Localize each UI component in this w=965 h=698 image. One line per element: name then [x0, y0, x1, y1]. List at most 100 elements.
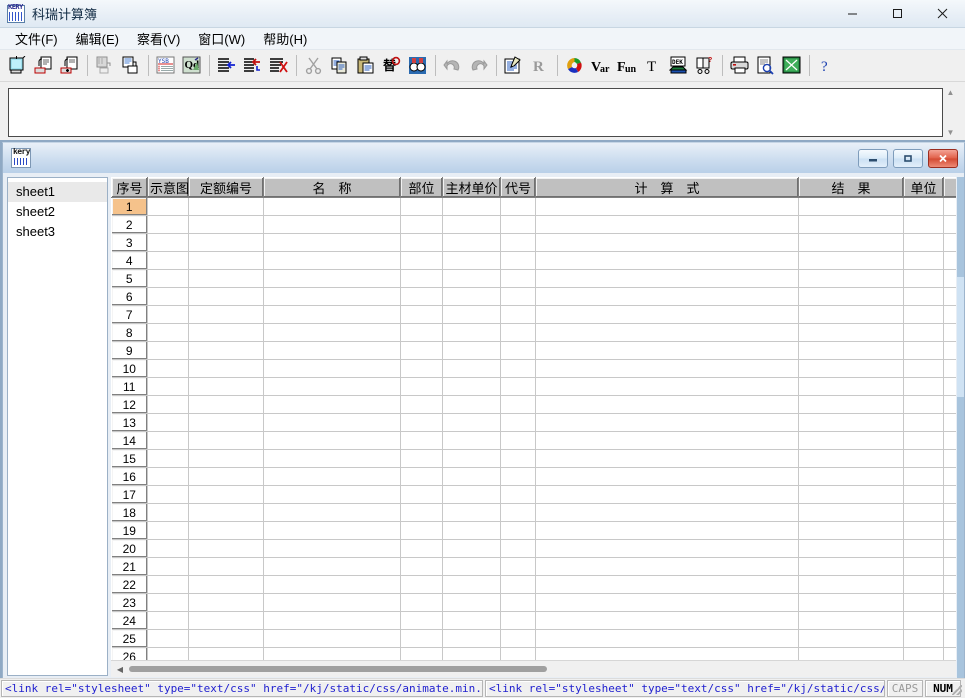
quota-lookup-icon[interactable]: Qd — [179, 53, 204, 78]
grid-cell[interactable] — [904, 594, 944, 612]
grid-cell[interactable] — [501, 558, 536, 576]
table-row[interactable]: 16 — [112, 468, 957, 486]
grid-cell[interactable] — [904, 558, 944, 576]
ysb-list-icon[interactable]: YSB — [153, 53, 178, 78]
col-unit-price[interactable]: 主材单价 — [443, 178, 501, 198]
grid-cell[interactable] — [148, 216, 189, 234]
grid-cell[interactable] — [264, 306, 401, 324]
grid-cell[interactable] — [148, 648, 189, 661]
grid-cell[interactable] — [189, 324, 264, 342]
grid-cell[interactable] — [799, 630, 904, 648]
table-row[interactable]: 11 — [112, 378, 957, 396]
grid-cell[interactable] — [401, 630, 443, 648]
undo-icon[interactable] — [440, 53, 465, 78]
col-code[interactable]: 代号 — [501, 178, 536, 198]
grid-cell[interactable] — [536, 288, 799, 306]
minimize-button[interactable] — [830, 0, 875, 28]
grid-cell[interactable] — [904, 324, 944, 342]
grid-cell[interactable] — [264, 324, 401, 342]
grid-cell[interactable] — [148, 450, 189, 468]
grid-cell[interactable] — [401, 648, 443, 661]
grid-cell[interactable] — [189, 540, 264, 558]
grid-cell[interactable] — [501, 270, 536, 288]
menu-edit[interactable]: 编辑(E) — [67, 27, 128, 50]
grid-cell[interactable] — [189, 360, 264, 378]
grid-cell[interactable] — [189, 252, 264, 270]
grid-cell[interactable] — [264, 252, 401, 270]
grid-cell[interactable] — [799, 396, 904, 414]
grid-cell[interactable] — [189, 648, 264, 661]
grid-cell[interactable] — [189, 288, 264, 306]
table-row[interactable]: 7 — [112, 306, 957, 324]
grid-cell[interactable] — [264, 216, 401, 234]
grid-cell[interactable] — [264, 342, 401, 360]
grid-cell[interactable] — [148, 198, 189, 216]
row-header[interactable]: 17 — [112, 486, 148, 504]
grid-cell[interactable] — [401, 576, 443, 594]
new-document-icon[interactable] — [5, 53, 30, 78]
row-header[interactable]: 21 — [112, 558, 148, 576]
grid-cell[interactable] — [148, 378, 189, 396]
grid-cell[interactable] — [443, 216, 501, 234]
grid-cell[interactable] — [799, 612, 904, 630]
table-row[interactable]: 8 — [112, 324, 957, 342]
grid-cell[interactable] — [264, 486, 401, 504]
grid-cell[interactable] — [401, 288, 443, 306]
grid-cell[interactable] — [944, 612, 957, 630]
grid-cell[interactable] — [536, 396, 799, 414]
grid-cell[interactable] — [443, 648, 501, 661]
grid-cell[interactable] — [536, 612, 799, 630]
grid-cell[interactable] — [401, 378, 443, 396]
grid-cell[interactable] — [501, 360, 536, 378]
redo-icon[interactable] — [466, 53, 491, 78]
grid-cell[interactable] — [443, 432, 501, 450]
grid-cell[interactable] — [799, 414, 904, 432]
row-header[interactable]: 25 — [112, 630, 148, 648]
table-row[interactable]: 3 — [112, 234, 957, 252]
table-row[interactable]: 13 — [112, 414, 957, 432]
grid-cell[interactable] — [189, 630, 264, 648]
spreadsheet-grid[interactable]: 序号示意图定额编号名 称部位主材单价代号计 算 式结 果单位备注 1234567… — [111, 177, 956, 660]
col-seq[interactable]: 序号 — [112, 178, 148, 198]
grid-cell[interactable] — [189, 450, 264, 468]
grid-cell[interactable] — [189, 396, 264, 414]
grid-cell[interactable] — [443, 414, 501, 432]
grid-cell[interactable] — [944, 522, 957, 540]
grid-cell[interactable] — [904, 288, 944, 306]
grid-cell[interactable] — [401, 486, 443, 504]
grid-cell[interactable] — [904, 486, 944, 504]
copy-icon[interactable] — [327, 53, 352, 78]
menu-help[interactable]: 帮助(H) — [254, 27, 316, 50]
menu-file[interactable]: 文件(F) — [6, 27, 67, 50]
help-book-icon[interactable]: ? — [692, 53, 717, 78]
table-row[interactable]: 19 — [112, 522, 957, 540]
grid-cell[interactable] — [799, 198, 904, 216]
grid-cell[interactable] — [536, 270, 799, 288]
grid-cell[interactable] — [148, 540, 189, 558]
col-diagram[interactable]: 示意图 — [148, 178, 189, 198]
col-name[interactable]: 名 称 — [264, 178, 401, 198]
grid-cell[interactable] — [799, 378, 904, 396]
grid-cell[interactable] — [536, 486, 799, 504]
table-row[interactable]: 22 — [112, 576, 957, 594]
grid-cell[interactable] — [536, 558, 799, 576]
grid-cell[interactable] — [904, 468, 944, 486]
grid-cell[interactable] — [536, 504, 799, 522]
grid-cell[interactable] — [944, 216, 957, 234]
mdi-close-button[interactable] — [928, 149, 958, 168]
grid-cell[interactable] — [904, 630, 944, 648]
text-icon[interactable]: T — [640, 53, 665, 78]
grid-cell[interactable] — [443, 378, 501, 396]
row-header[interactable]: 19 — [112, 522, 148, 540]
row-header[interactable]: 7 — [112, 306, 148, 324]
table-row[interactable]: 18 — [112, 504, 957, 522]
row-header[interactable]: 14 — [112, 432, 148, 450]
table-row[interactable]: 23 — [112, 594, 957, 612]
row-header[interactable]: 22 — [112, 576, 148, 594]
grid-cell[interactable] — [944, 432, 957, 450]
resize-grip[interactable] — [963, 680, 964, 697]
table-row[interactable]: 15 — [112, 450, 957, 468]
add-document-icon[interactable] — [57, 53, 82, 78]
grid-cell[interactable] — [401, 360, 443, 378]
grid-cell[interactable] — [536, 306, 799, 324]
